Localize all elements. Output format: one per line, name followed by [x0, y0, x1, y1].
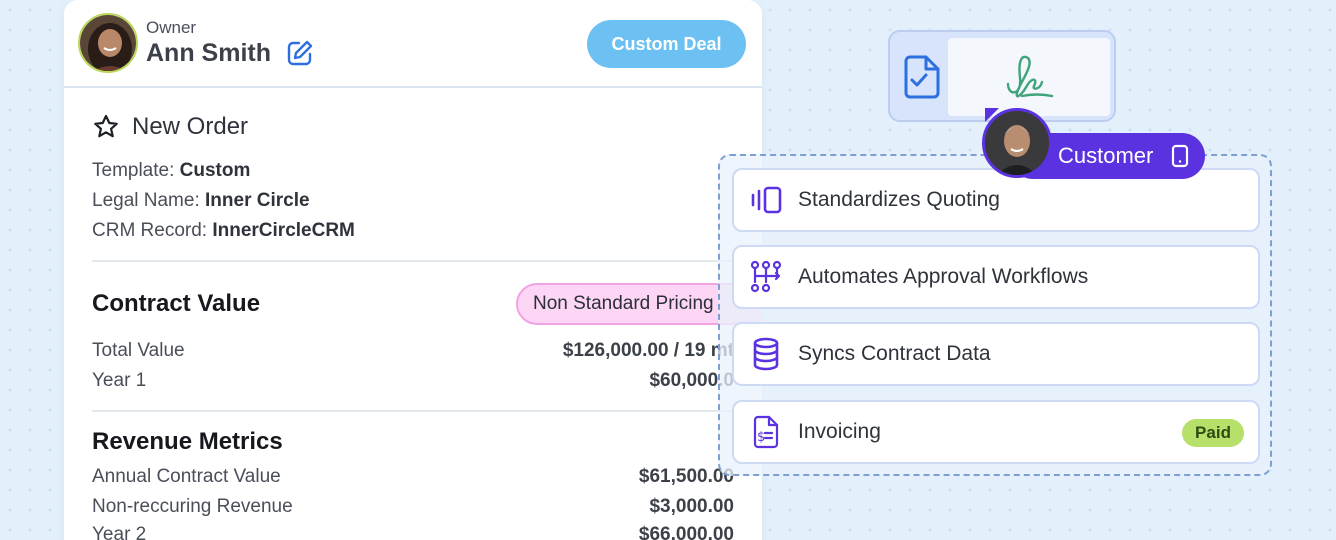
edit-icon[interactable] [285, 38, 315, 68]
divider [92, 260, 752, 262]
year2-label: Year 2 [92, 524, 147, 540]
custom-deal-button[interactable]: Custom Deal [587, 20, 746, 68]
crm-record-value: InnerCircleCRM [212, 220, 355, 241]
feature-automates-approval-workflows[interactable]: Automates Approval Workflows [732, 245, 1260, 309]
crm-record-label: CRM Record: [92, 220, 213, 241]
signature-card [888, 30, 1116, 122]
revenue-metrics-title: Revenue Metrics [92, 428, 283, 455]
order-title-row: New Order [92, 113, 248, 141]
owner-avatar [78, 13, 138, 73]
template-label: Template: [92, 160, 180, 181]
template-field: Template: Custom [92, 160, 250, 182]
order-title: New Order [132, 113, 249, 140]
contract-value-title: Contract Value [92, 290, 261, 317]
order-card: Owner Ann Smith Custom Deal New Order Te… [64, 0, 762, 540]
feature-label: Standardizes Quoting [798, 188, 1000, 211]
customer-avatar [982, 108, 1052, 178]
paid-badge: Paid [1182, 419, 1244, 447]
owner-info: Owner Ann Smith [146, 18, 315, 68]
nrr-amount: $3,000.00 [649, 496, 734, 517]
owner-name-row: Ann Smith [146, 38, 315, 68]
template-value: Custom [179, 160, 251, 181]
crm-record-field: CRM Record: InnerCircleCRM [92, 220, 355, 242]
feature-label: Automates Approval Workflows [798, 265, 1089, 288]
features-panel: Standardizes Quoting Automates Approval … [718, 154, 1272, 476]
document-check-icon [902, 54, 942, 100]
total-value-amount: $126,000.00 / 19 mt [562, 340, 734, 361]
invoice-icon: $ [748, 414, 784, 450]
nrr-label: Non-reccuring Revenue [92, 496, 293, 517]
database-icon [748, 336, 784, 372]
year1-label: Year 1 [92, 370, 147, 391]
legal-name-field: Legal Name: Inner Circle [92, 190, 310, 212]
quote-icon [748, 182, 784, 218]
feature-syncs-contract-data[interactable]: Syncs Contract Data [732, 322, 1260, 386]
legal-name-label: Legal Name: [92, 190, 206, 211]
year2-amount: $66,000.00 [638, 524, 734, 540]
star-icon[interactable] [92, 113, 120, 141]
owner-name: Ann Smith [146, 39, 271, 67]
signature-pad[interactable] [948, 38, 1110, 116]
divider [92, 410, 752, 412]
owner-header: Owner Ann Smith Custom Deal [64, 0, 762, 88]
legal-name-value: Inner Circle [205, 190, 310, 211]
feature-invoicing[interactable]: $ Invoicing Paid [732, 400, 1260, 464]
owner-label: Owner [146, 18, 197, 37]
feature-label: Invoicing [798, 420, 881, 443]
feature-label: Syncs Contract Data [798, 342, 991, 365]
workflow-icon [748, 259, 784, 295]
acv-label: Annual Contract Value [92, 466, 281, 487]
total-value-label: Total Value [92, 340, 185, 361]
customer-label: Customer [1058, 143, 1154, 168]
phone-icon [1171, 144, 1189, 168]
